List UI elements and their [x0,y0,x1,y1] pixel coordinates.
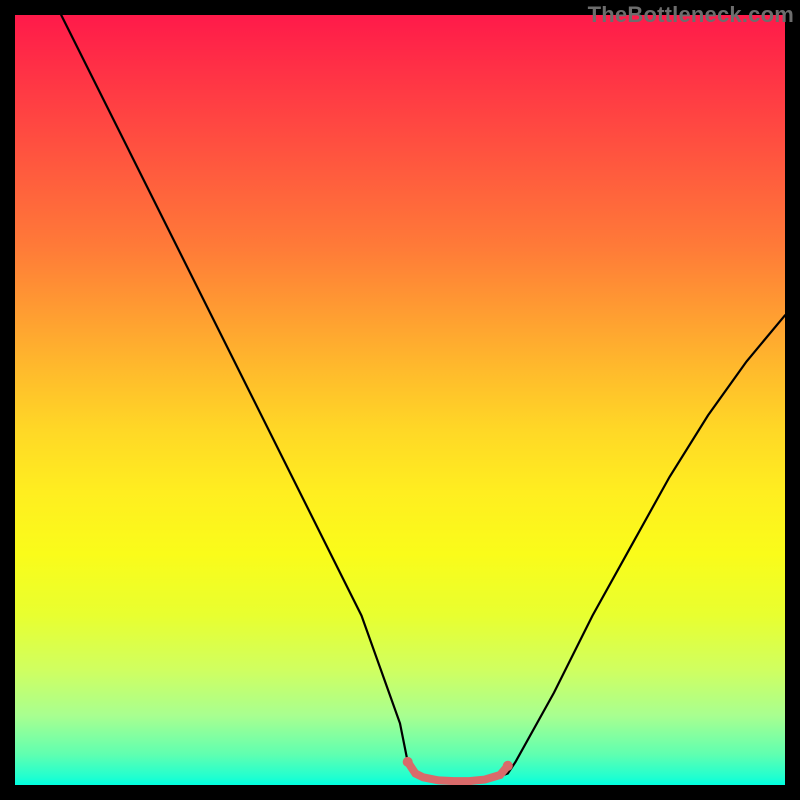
trough-marker [408,762,508,781]
watermark-text: TheBottleneck.com [588,2,794,28]
curve-svg [15,15,785,785]
trough-start-dot [403,757,413,767]
bottleneck-curve [61,15,785,781]
trough-end-dot [503,761,513,771]
chart-container: TheBottleneck.com [0,0,800,800]
